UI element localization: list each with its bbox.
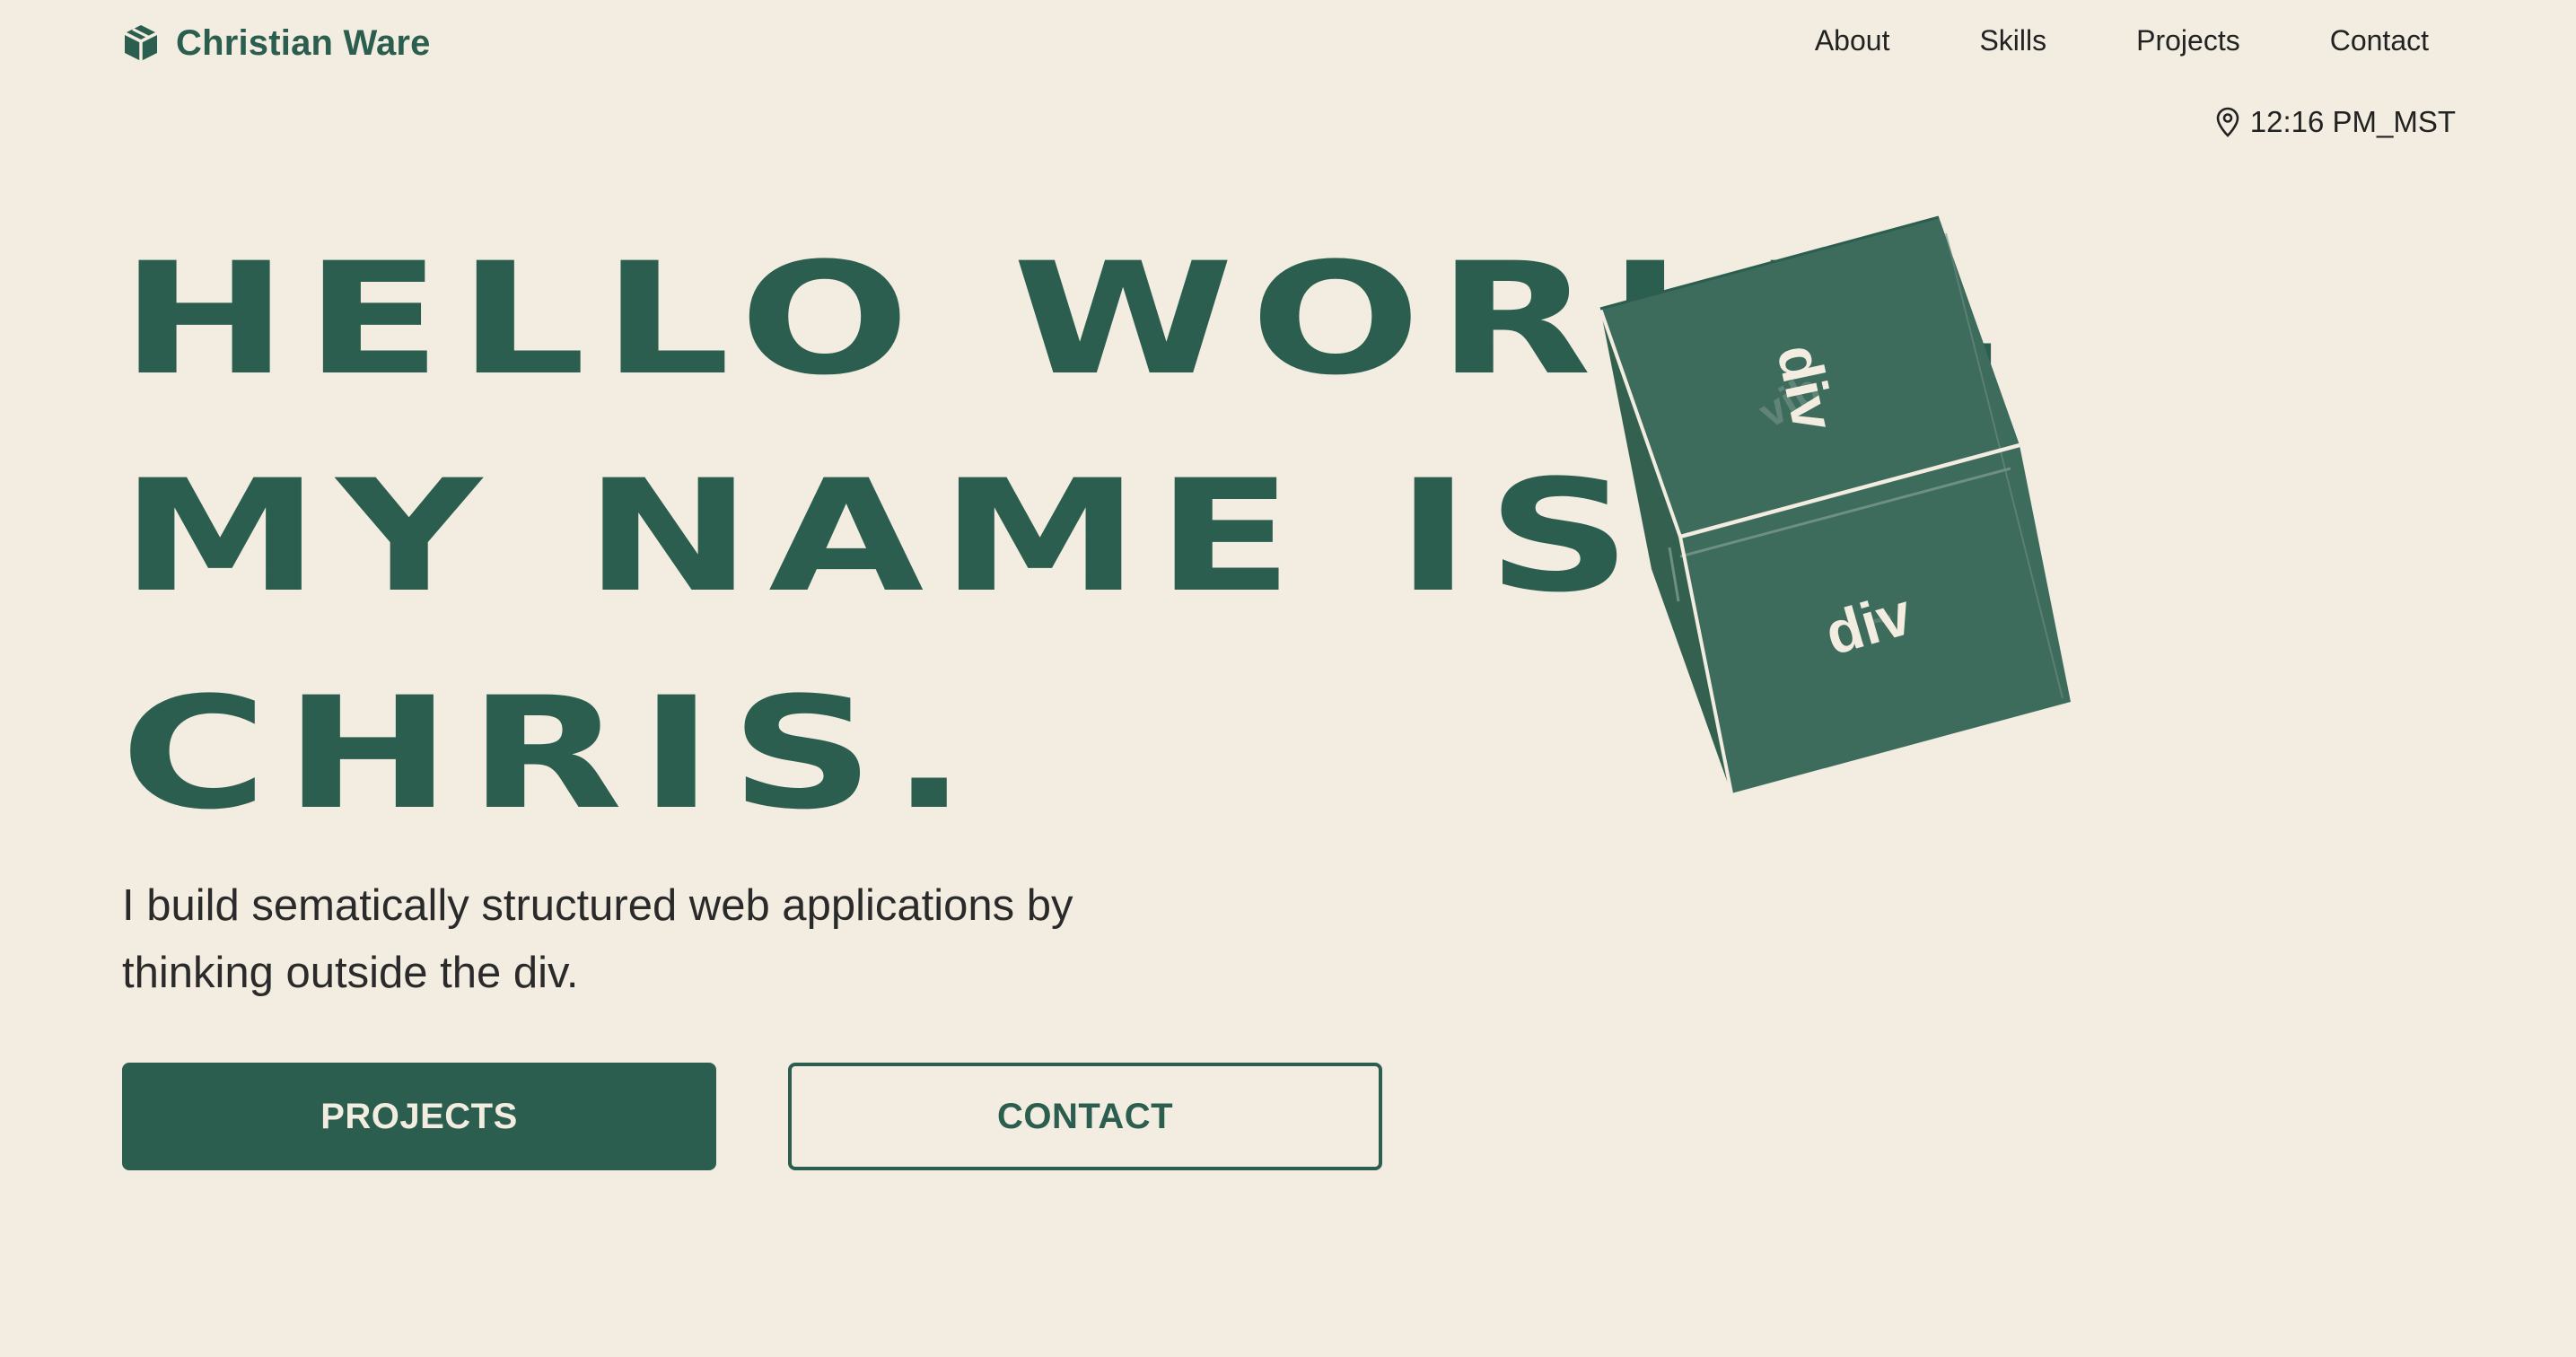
nav-item-contact[interactable]: Contact: [2330, 24, 2429, 57]
hero-tagline: I build sematically structured web appli…: [122, 881, 1073, 997]
nav-item-about[interactable]: About: [1815, 24, 1890, 57]
nav-item-projects[interactable]: Projects: [2136, 24, 2240, 57]
rotating-cube: vib ~ div div: [1580, 206, 2082, 799]
local-time: 12:16 PM_MST: [2216, 105, 2456, 139]
cube-graphic: vib ~ div div: [1599, 215, 2071, 794]
main-nav: About Skills Projects Contact: [1815, 20, 2429, 61]
nav-item-skills[interactable]: Skills: [1979, 24, 2046, 57]
location-pin-icon: [2216, 107, 2239, 137]
cube-icon: [122, 23, 160, 63]
local-time-text: 12:16 PM_MST: [2249, 105, 2456, 138]
brand-name: Christian Ware: [176, 22, 431, 63]
contact-button[interactable]: CONTACT: [788, 1063, 1382, 1170]
brand-link[interactable]: Christian Ware: [122, 18, 431, 68]
projects-button[interactable]: PROJECTS: [122, 1063, 716, 1170]
